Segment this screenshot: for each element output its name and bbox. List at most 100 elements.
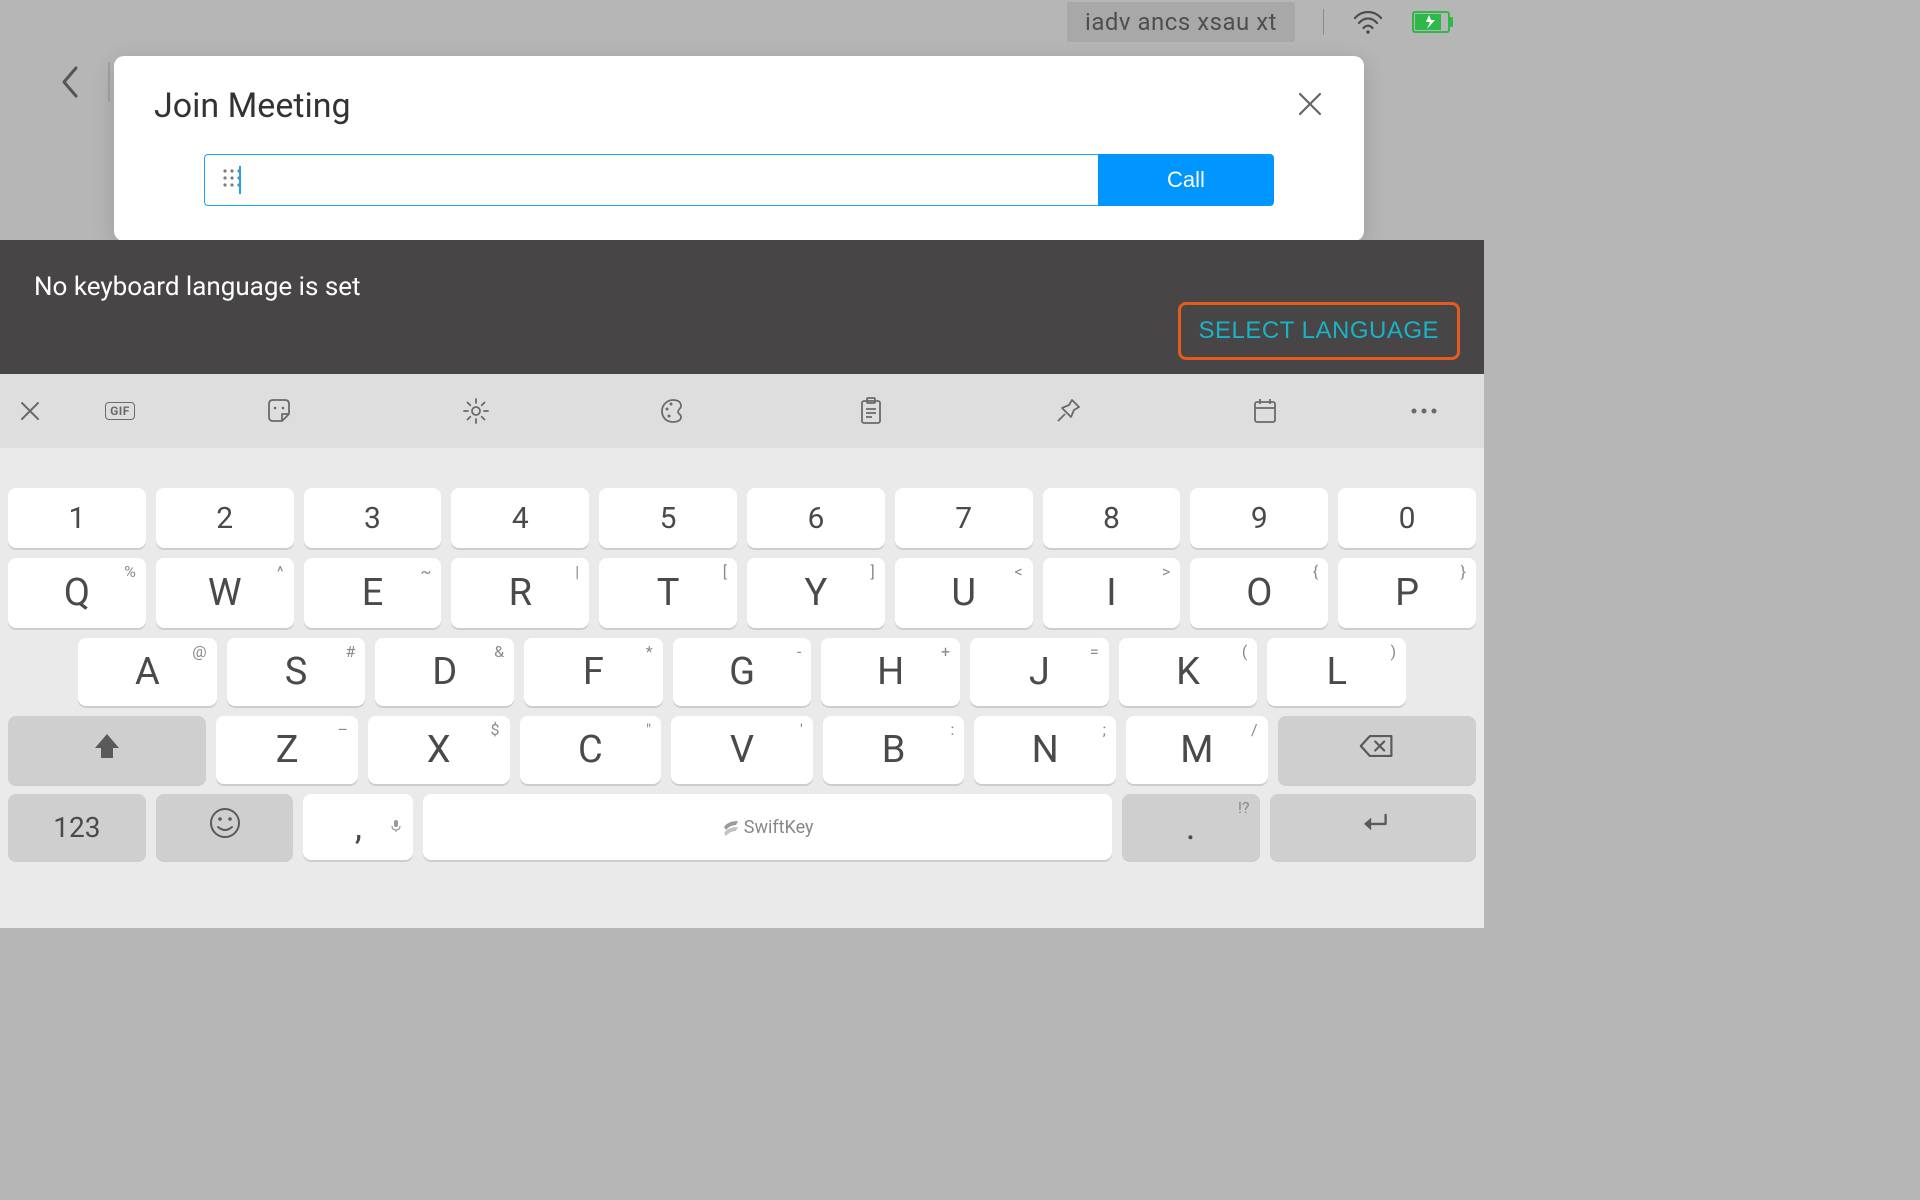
keyboard: 1234567890 Q%W^E~R|T[Y]U<I>O{P} A@S#D&F*… — [0, 448, 1484, 928]
key-sup: & — [494, 642, 504, 661]
key-sup: : — [951, 720, 955, 739]
key-w[interactable]: W^ — [156, 558, 294, 628]
key-sup: + — [941, 642, 950, 661]
numbers-label: 123 — [53, 811, 100, 844]
more-button[interactable] — [1364, 406, 1484, 416]
close-button[interactable] — [1296, 90, 1324, 122]
period-label: . — [1186, 806, 1196, 848]
keyboard-toolbar: GIF — [0, 374, 1484, 448]
sticker-button[interactable] — [180, 396, 377, 426]
space-key[interactable]: SwiftKey — [423, 794, 1111, 860]
key-sup: [ — [723, 562, 727, 581]
backspace-key[interactable] — [1278, 716, 1476, 784]
mic-icon — [389, 800, 403, 842]
card-title: Join Meeting — [154, 86, 351, 126]
pin-button[interactable] — [969, 397, 1166, 425]
backspace-icon — [1359, 728, 1395, 773]
key-b[interactable]: B: — [823, 716, 965, 784]
enter-key[interactable] — [1270, 794, 1477, 860]
key-sup: " — [646, 720, 651, 739]
key-d[interactable]: D& — [375, 638, 514, 706]
key-j[interactable]: J= — [970, 638, 1109, 706]
key-sup: > — [1162, 562, 1170, 581]
join-meeting-card: Join Meeting Call — [114, 56, 1364, 241]
key-7[interactable]: 7 — [895, 488, 1033, 548]
gif-icon: GIF — [105, 402, 135, 420]
gif-button[interactable]: GIF — [60, 402, 180, 420]
emoji-icon — [208, 806, 242, 849]
key-5[interactable]: 5 — [599, 488, 737, 548]
key-4[interactable]: 4 — [451, 488, 589, 548]
key-p[interactable]: P} — [1338, 558, 1476, 628]
key-sup: # — [345, 642, 355, 661]
period-key[interactable]: . !? — [1122, 794, 1260, 860]
key-o[interactable]: O{ — [1190, 558, 1328, 628]
key-t[interactable]: T[ — [599, 558, 737, 628]
keyboard-row-qwerty: Q%W^E~R|T[Y]U<I>O{P} — [8, 558, 1476, 628]
key-k[interactable]: K( — [1119, 638, 1258, 706]
key-e[interactable]: E~ — [304, 558, 442, 628]
key-0[interactable]: 0 — [1338, 488, 1476, 548]
battery-charging-icon — [1412, 11, 1454, 33]
divider — [1323, 9, 1324, 35]
call-button[interactable]: Call — [1098, 154, 1274, 206]
key-a[interactable]: A@ — [78, 638, 217, 706]
key-x[interactable]: X$ — [368, 716, 510, 784]
select-language-button[interactable]: SELECT LANGUAGE — [1178, 302, 1460, 360]
shift-icon — [89, 728, 125, 773]
space-label: SwiftKey — [722, 817, 814, 838]
clipboard-button[interactable] — [772, 396, 969, 426]
key-sup: < — [1014, 562, 1022, 581]
key-3[interactable]: 3 — [304, 488, 442, 548]
key-q[interactable]: Q% — [8, 558, 146, 628]
key-2[interactable]: 2 — [156, 488, 294, 548]
key-i[interactable]: I> — [1043, 558, 1181, 628]
emoji-key[interactable] — [156, 794, 294, 860]
key-sup: ] — [871, 562, 875, 581]
key-c[interactable]: C" — [520, 716, 662, 784]
key-m[interactable]: M/ — [1126, 716, 1268, 784]
key-9[interactable]: 9 — [1190, 488, 1328, 548]
key-1[interactable]: 1 — [8, 488, 146, 548]
meeting-id-field[interactable] — [255, 169, 1098, 192]
key-g[interactable]: G- — [673, 638, 812, 706]
key-h[interactable]: H+ — [821, 638, 960, 706]
status-bar: iadv ancs xsau xt — [0, 0, 1484, 44]
key-sup: ; — [1103, 720, 1106, 739]
key-sup: % — [124, 562, 136, 581]
comma-label: , — [355, 806, 362, 848]
keyboard-number-row: 1234567890 — [8, 488, 1476, 548]
key-6[interactable]: 6 — [747, 488, 885, 548]
banner-message: No keyboard language is set — [34, 272, 1450, 302]
key-z[interactable]: Z– — [216, 716, 358, 784]
key-y[interactable]: Y] — [747, 558, 885, 628]
keyboard-close-button[interactable] — [0, 400, 60, 422]
back-button[interactable] — [50, 62, 90, 102]
key-sup: / — [1251, 720, 1258, 739]
key-r[interactable]: R| — [451, 558, 589, 628]
key-u[interactable]: U< — [895, 558, 1033, 628]
keyboard-row-zxcv: Z–X$C"V'B:N;M/ — [8, 716, 1476, 784]
shift-key[interactable] — [8, 716, 206, 784]
key-s[interactable]: S# — [227, 638, 366, 706]
theme-button[interactable] — [575, 396, 772, 426]
key-v[interactable]: V' — [671, 716, 813, 784]
meeting-id-input[interactable] — [204, 154, 1098, 206]
key-sup: ' — [800, 720, 803, 739]
key-8[interactable]: 8 — [1043, 488, 1181, 548]
key-n[interactable]: N; — [974, 716, 1116, 784]
key-sup: = — [1090, 642, 1099, 661]
comma-key[interactable]: , — [303, 794, 413, 860]
key-sup: | — [575, 562, 579, 581]
calendar-button[interactable] — [1167, 396, 1364, 426]
key-l[interactable]: L) — [1267, 638, 1406, 706]
keyboard-row-asdf: A@S#D&F*G-H+J=K(L) — [8, 638, 1476, 706]
key-sup: ) — [1390, 642, 1396, 661]
numbers-mode-key[interactable]: 123 — [8, 794, 146, 860]
key-sup: * — [646, 642, 653, 661]
status-label: iadv ancs xsau xt — [1067, 2, 1295, 42]
settings-button[interactable] — [377, 396, 574, 426]
key-f[interactable]: F* — [524, 638, 663, 706]
keyboard-language-banner: No keyboard language is set SELECT LANGU… — [0, 240, 1484, 374]
divider — [108, 62, 110, 102]
